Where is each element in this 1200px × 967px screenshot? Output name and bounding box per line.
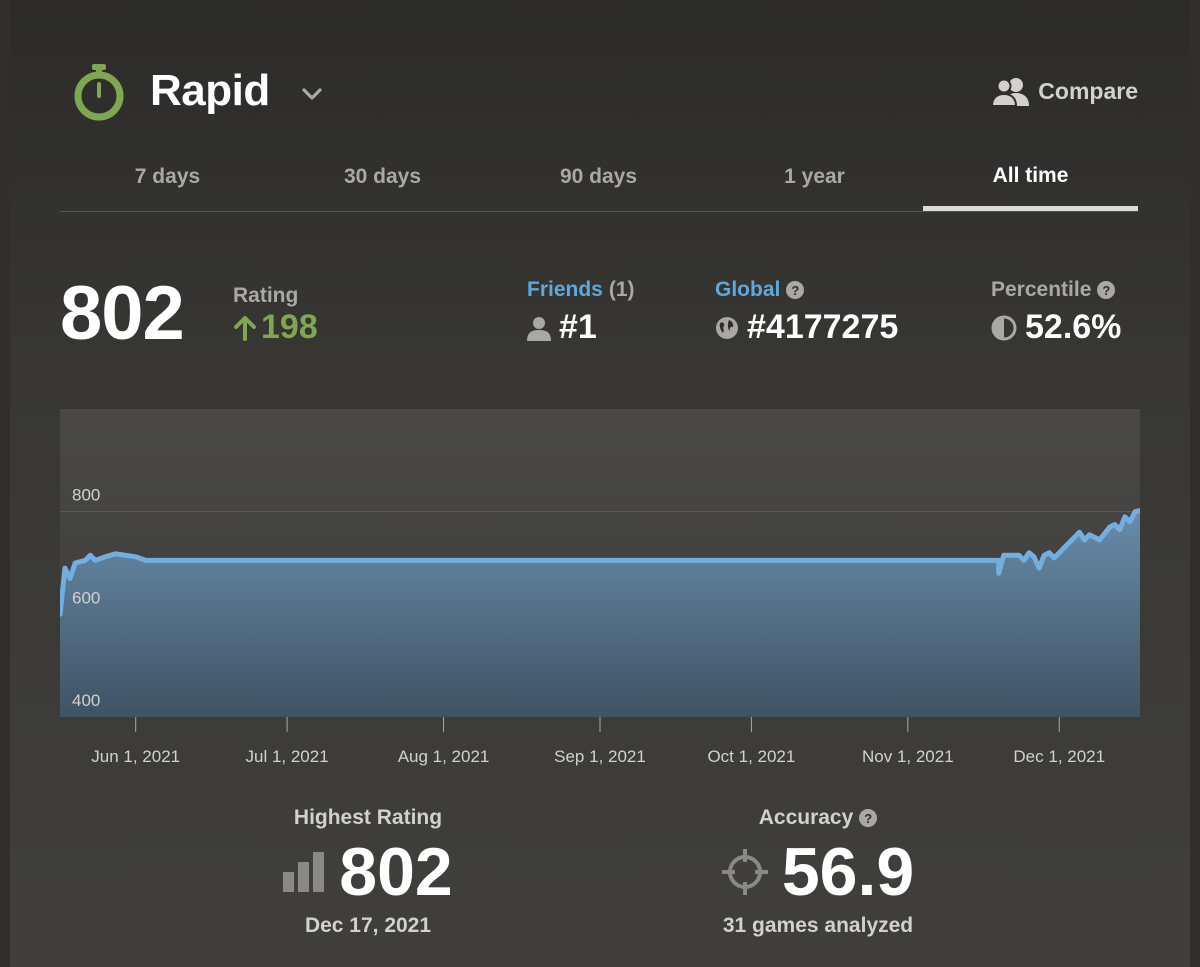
tab-all-time[interactable]: All time [923,145,1138,211]
highest-rating-label: Highest Rating [293,806,443,829]
x-tick-label: Sep 1, 2021 [554,747,646,766]
global-rank-value: #4177275 [747,308,899,346]
tab-90-days[interactable]: 90 days [491,145,706,209]
rating-summary: 802 Rating 198 [60,270,318,357]
compare-label: Compare [1038,77,1138,104]
x-tick-label: Nov 1, 2021 [862,747,954,766]
half-circle-icon [991,315,1017,340]
help-icon[interactable]: ? [786,281,805,299]
stopwatch-icon [74,64,124,121]
rating-history-chart[interactable]: 400 600 800 Jun 1, 2021 Jul 1, 2021 Aug 1, 2… [60,409,1140,774]
highest-rating: Highest Rating 802 Dec 17, 2021 [268,806,468,938]
crosshair-icon [721,849,768,895]
global-label[interactable]: Global [715,278,780,302]
tab-30-days[interactable]: 30 days [275,145,490,209]
current-rating: 802 [60,271,185,356]
x-tick-label: Jun 1, 2021 [91,747,180,766]
percentile-value: 52.6% [1025,308,1122,346]
users-icon [992,78,1030,106]
accuracy-label: Accuracy [758,806,854,829]
highest-rating-value: 802 [339,834,453,910]
chevron-down-icon[interactable] [300,82,324,106]
y-tick-label: 600 [72,588,100,607]
header: Rapid Compare [72,62,1140,122]
help-icon[interactable]: ? [859,809,878,827]
arrow-up-icon [234,315,256,341]
rating-label: Rating [233,284,299,307]
tab-7-days[interactable]: 7 days [60,145,275,209]
compare-button[interactable]: Compare [992,74,1138,108]
x-tick-label: Jul 1, 2021 [246,747,329,766]
rating-change-value: 198 [261,308,318,346]
y-tick-label: 400 [72,691,100,710]
rating-change: 198 [233,308,318,347]
user-icon [527,316,551,341]
bar-chart-icon [283,852,325,892]
highest-rating-date: Dec 17, 2021 [304,914,432,937]
friends-rank[interactable]: Friends (1) #1 [527,278,635,347]
accuracy-value: 56.9 [781,834,915,910]
help-icon[interactable]: ? [1097,281,1116,299]
global-rank[interactable]: Global ? #4177275 [715,278,898,347]
x-tick-label: Oct 1, 2021 [707,747,795,766]
percentile: Percentile ? 52.6% [991,278,1121,347]
friends-label[interactable]: Friends [527,278,603,302]
friends-count: (1) [608,278,635,301]
x-tick-label: Aug 1, 2021 [398,747,490,766]
y-tick-label: 800 [72,486,100,505]
accuracy: Accuracy ? 56.9 31 games analyzed [688,806,948,938]
percentile-label: Percentile [991,278,1092,301]
games-analyzed: 31 games analyzed [722,914,914,937]
game-mode-title[interactable]: Rapid [150,66,270,116]
friends-rank-value: #1 [559,308,597,346]
x-tick-label: Dec 1, 2021 [1013,747,1105,766]
globe-icon [716,316,738,339]
time-range-tabs: 7 days 30 days 90 days 1 year All time [60,145,1138,212]
tab-1-year[interactable]: 1 year [707,145,922,209]
